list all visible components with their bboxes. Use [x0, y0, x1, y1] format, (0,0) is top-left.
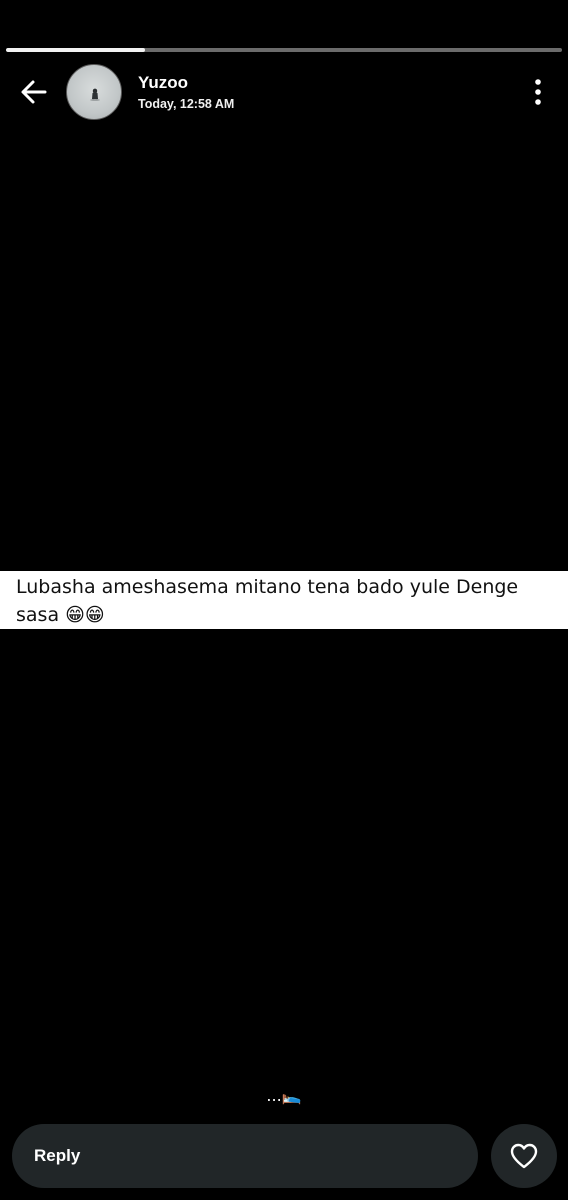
arrow-left-icon: [21, 80, 47, 104]
story-caption: Lubasha ameshasema mitano tena bado yule…: [0, 571, 568, 629]
more-vertical-icon: [535, 79, 541, 105]
menu-button[interactable]: [522, 74, 554, 110]
story-progress-fill: [6, 48, 145, 52]
like-button[interactable]: [491, 1124, 557, 1188]
story-caption-text: Lubasha ameshasema mitano tena bado yule…: [16, 576, 519, 626]
avatar[interactable]: [66, 64, 122, 120]
story-progress-bar: [6, 48, 562, 52]
back-button[interactable]: [14, 72, 54, 112]
story-bottom-text: ...🛌: [266, 1086, 302, 1105]
avatar-image: [90, 88, 100, 101]
heart-icon: [510, 1143, 538, 1169]
reply-placeholder: Reply: [34, 1146, 81, 1165]
reply-input[interactable]: Reply: [12, 1124, 478, 1188]
story-timestamp: Today, 12:58 AM: [138, 97, 235, 111]
story-username[interactable]: Yuzoo: [138, 73, 188, 93]
